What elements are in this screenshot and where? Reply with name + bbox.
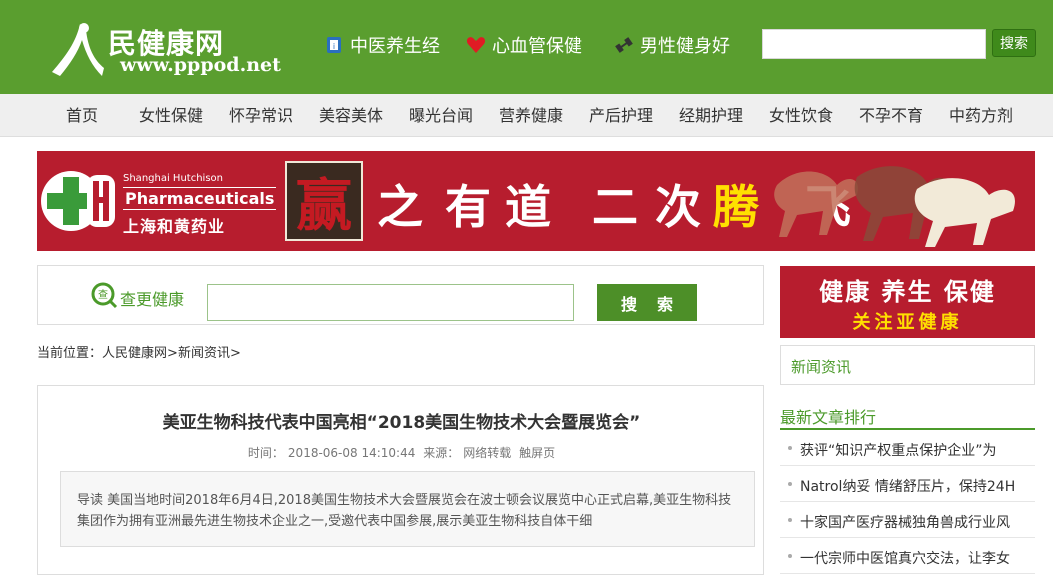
bullet-icon xyxy=(788,482,792,486)
main-nav: 首页 女性保健 怀孕常识 美容美体 曝光台闻 营养健康 产后护理 经期护理 女性… xyxy=(0,94,1053,137)
nav-item-herbal[interactable]: 中药方剂 xyxy=(949,94,1013,137)
search-magnifier-icon: 查 xyxy=(91,282,118,309)
health-search-button[interactable]: 搜索 xyxy=(597,284,697,321)
ranking-item-text: Natrol纳妥 情绪舒压片，保持24H xyxy=(800,479,1016,495)
ranking-item[interactable]: 获评“知识产权重点保护企业”为 xyxy=(780,430,1035,466)
health-search-panel: 查 查更健康 搜索 xyxy=(37,265,764,325)
nav-item-menstrual[interactable]: 经期护理 xyxy=(679,94,743,137)
heart-icon xyxy=(466,37,486,53)
nav-item-postpartum[interactable]: 产后护理 xyxy=(589,94,653,137)
header-link-tcm[interactable]: i 中医养生经 xyxy=(324,32,440,58)
header-link-tcm-label: 中医养生经 xyxy=(350,36,440,57)
banner-slogan-2: 有 xyxy=(445,180,491,234)
article-touch-link[interactable]: 触屏页 xyxy=(519,446,555,460)
article-title: 美亚生物科技代表中国亮相“2018美国生物技术大会暨展览会” xyxy=(162,413,641,433)
header-link-heart[interactable]: 心血管保健 xyxy=(466,32,582,58)
article-time-label: 时间： xyxy=(247,446,284,460)
ranking-item-text: 一代宗师中医馆真穴交法，让李女 xyxy=(800,551,1010,567)
ad-banner[interactable]: Shanghai Hutchison Pharmaceuticals 上海和黄药… xyxy=(37,151,1035,251)
article-source-label: 来源： xyxy=(423,446,460,460)
ranking-item[interactable]: 一代宗师中医馆真穴交法，让李女 xyxy=(780,538,1035,574)
sidebar-ad-line2: 关注亚健康 xyxy=(852,312,963,333)
breadcrumb-prefix: 当前位置： xyxy=(37,346,103,361)
svg-text:i: i xyxy=(333,42,335,51)
nav-item-diet[interactable]: 女性饮食 xyxy=(769,94,833,137)
nav-item-nutrition[interactable]: 营养健康 xyxy=(499,94,563,137)
breadcrumb-separator: > xyxy=(229,346,241,361)
banner-slogan-3: 道 xyxy=(505,180,551,234)
bullet-icon xyxy=(788,446,792,450)
ranking-item-text: 获评“知识产权重点保护企业”为 xyxy=(800,443,997,459)
article-time: 2018-06-08 14:10:44 xyxy=(287,446,416,460)
sidebar-ranking-list: 获评“知识产权重点保护企业”为 Natrol纳妥 情绪舒压片，保持24H 十家国… xyxy=(780,430,1035,574)
article-source: 网络转载 xyxy=(463,446,512,460)
nav-item-beauty[interactable]: 美容美体 xyxy=(319,94,383,137)
nav-item-infertility[interactable]: 不孕不育 xyxy=(859,94,923,137)
banner-win-box: 赢 xyxy=(285,161,363,241)
sidebar-news-box: 新闻资讯 xyxy=(780,345,1035,385)
health-search-input[interactable] xyxy=(207,284,574,321)
banner-slogan-1: 之 xyxy=(377,180,423,234)
sidebar-news-link[interactable]: 新闻资讯 xyxy=(791,356,851,377)
breadcrumb: 当前位置：人民健康网>新闻资讯> xyxy=(37,342,241,361)
breadcrumb-separator: > xyxy=(167,346,178,361)
svg-text:查: 查 xyxy=(98,288,108,301)
header-link-heart-label: 心血管保健 xyxy=(492,36,582,57)
banner-slogan-4: 二 xyxy=(592,180,638,234)
logo-figure-icon xyxy=(52,23,104,76)
logo-url: www.pppod.net xyxy=(120,54,281,76)
pharma-logo-icon xyxy=(41,171,115,231)
header-search-input[interactable] xyxy=(762,29,986,59)
dumbbell-icon xyxy=(615,37,633,53)
ranking-item[interactable]: 十家国产医疗器械独角兽成行业风 xyxy=(780,502,1035,538)
health-search-label: 查更健康 xyxy=(120,290,185,309)
bullet-icon xyxy=(788,554,792,558)
horses-illustration xyxy=(774,166,1015,247)
breadcrumb-home-link[interactable]: 人民健康网 xyxy=(102,346,167,361)
sidebar-ad-banner[interactable]: 健康 养生 保健 关注亚健康 xyxy=(780,266,1035,338)
header-search-button[interactable]: 搜索 xyxy=(992,29,1036,57)
header-link-men[interactable]: 男性健身好 xyxy=(614,32,730,58)
tcm-book-icon: i xyxy=(327,37,341,53)
sidebar-ranking-title: 最新文章排行 xyxy=(780,408,877,427)
nav-item-home[interactable]: 首页 xyxy=(66,94,98,137)
sidebar-ad-line1: 健康 养生 保健 xyxy=(819,277,996,306)
breadcrumb-section-link[interactable]: 新闻资讯 xyxy=(178,346,230,361)
nav-item-pregnancy[interactable]: 怀孕常识 xyxy=(229,94,293,137)
nav-item-women-care[interactable]: 女性保健 xyxy=(139,94,203,137)
ranking-item[interactable]: Natrol纳妥 情绪舒压片，保持24H xyxy=(780,466,1035,502)
banner-brand-cn: 上海和黄药业 xyxy=(123,217,226,236)
banner-brand-en-small: Shanghai Hutchison xyxy=(123,173,223,184)
bullet-icon xyxy=(788,518,792,522)
banner-win-char: 赢 xyxy=(296,172,352,239)
banner-brand-en: Pharmaceuticals xyxy=(123,187,277,210)
header-link-men-label: 男性健身好 xyxy=(640,36,730,57)
ranking-item-text: 十家国产医疗器械独角兽成行业风 xyxy=(800,515,1010,531)
article-panel: 美亚生物科技代表中国亮相“2018美国生物技术大会暨展览会” 时间： 2018-0… xyxy=(37,385,764,575)
nav-item-exposure[interactable]: 曝光台闻 xyxy=(409,94,473,137)
article-intro: 导读 美国当地时间2018年6月4日,2018美国生物技术大会暨展览会在波士顿会… xyxy=(60,471,755,547)
site-logo[interactable]: 民健康网 www.pppod.net xyxy=(50,18,290,80)
article-meta: 时间： 2018-06-08 14:10:44 来源： 网络转载 触屏页 xyxy=(38,444,765,461)
site-header: 民健康网 www.pppod.net i 中医养生经 心血管保健 男性健身好 搜… xyxy=(0,0,1053,94)
